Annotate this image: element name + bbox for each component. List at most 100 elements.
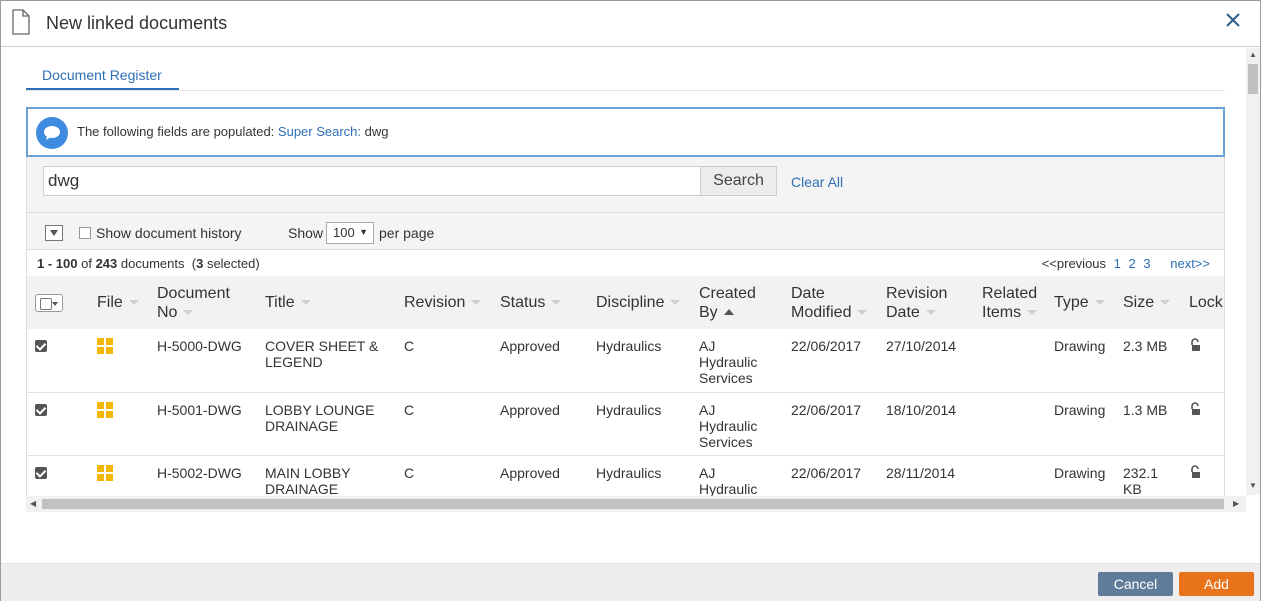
pager-page-3[interactable]: 3 [1143,256,1150,271]
vertical-scroll-thumb[interactable] [1248,64,1258,94]
result-summary-bar: 1 - 100 of 243 documents (3 selected) <<… [26,250,1225,276]
close-icon[interactable] [1224,11,1242,29]
row-select-cell[interactable] [27,329,89,392]
cell-type: Drawing [1054,401,1106,418]
row-checkbox[interactable] [35,466,47,479]
cell-revision: C [404,338,415,354]
table-row[interactable]: H-5002-DWG MAIN LOBBY DRAINAGE C Approved Hy… [27,455,1224,498]
drawing-file-icon[interactable] [97,338,113,354]
notice-field[interactable]: Super Search: [278,124,361,139]
column-header-related[interactable]: Related Items [974,276,1046,329]
cell-modified: 22/06/2017 [791,338,862,354]
cell-revdate: 27/10/2014 [886,338,957,354]
cell-createdby: AJ Hydraulic Services [699,401,758,450]
column-header-modified[interactable]: Date Modified [783,276,878,329]
cell-related [974,455,1046,498]
pagination: <<previous 1 2 3 next>> [1038,256,1210,271]
unlock-icon[interactable] [1189,464,1201,479]
cell-modified: 22/06/2017 [791,464,862,481]
super-search-input[interactable] [43,166,701,196]
per-page-select[interactable]: 100 ▼ [326,222,374,244]
pager-page-1[interactable]: 1 [1114,256,1121,271]
cell-discipline: Hydraulics [596,401,662,418]
select-all-header[interactable] [27,276,89,329]
show-history-checkbox[interactable] [79,227,91,239]
row-file-cell[interactable] [89,329,149,392]
cell-title: COVER SHEET & LEGEND [265,338,379,370]
drawing-file-icon[interactable] [97,401,113,418]
result-total: 243 [95,256,118,271]
cancel-button[interactable]: Cancel [1098,572,1173,596]
chevron-down-icon: ▼ [359,227,368,237]
drawing-file-icon[interactable] [97,464,113,481]
options-bar: Show document history Show 100 ▼ per pag… [26,212,1225,250]
dialog-footer: Cancel Add [1,563,1260,601]
tab-document-register[interactable]: Document Register [26,59,179,90]
dialog-title: New linked documents [46,13,228,33]
cell-type: Drawing [1054,464,1106,481]
row-lock-cell[interactable] [1181,392,1224,455]
column-header-status[interactable]: Status [492,276,588,329]
cell-size: 2.3 MB [1123,338,1168,354]
row-select-cell[interactable] [27,455,89,498]
cell-docno: H-5002-DWG [157,464,242,481]
cell-related [974,392,1046,455]
row-lock-cell[interactable] [1181,455,1224,498]
cell-discipline: Hydraulics [596,464,662,481]
column-header-title[interactable]: Title [257,276,396,329]
unlock-icon[interactable] [1189,338,1201,352]
document-icon [12,9,30,35]
tab-bar: Document Register [26,59,1225,91]
scroll-up-icon[interactable]: ▲ [1249,50,1257,59]
show-history-label: Show document history [96,225,242,241]
row-file-cell[interactable] [89,392,149,455]
column-header-lock[interactable]: Lock [1181,276,1224,329]
cell-revision: C [404,464,415,481]
populated-fields-notice: The following fields are populated: Supe… [26,107,1225,157]
search-button[interactable]: Search [700,166,777,196]
cell-discipline: Hydraulics [596,338,662,354]
cell-status: Approved [500,338,560,354]
selected-count: 3 [196,256,204,271]
unlock-icon[interactable] [1189,401,1201,416]
pager-page-2[interactable]: 2 [1129,256,1136,271]
cell-revision: C [404,401,415,418]
dialog-header: New linked documents [1,1,1260,47]
add-button[interactable]: Add [1179,572,1254,596]
pager-next[interactable]: next>> [1170,256,1210,271]
row-checkbox[interactable] [35,403,47,416]
clear-all-link[interactable]: Clear All [791,174,843,190]
select-all-checkbox[interactable] [35,293,63,312]
scroll-down-icon[interactable]: ▼ [1249,481,1257,490]
row-checkbox[interactable] [35,340,47,352]
vertical-scrollbar[interactable]: ▲ ▼ [1246,48,1260,495]
horizontal-scroll-thumb[interactable] [42,499,1224,509]
cell-revdate: 28/11/2014 [886,464,956,481]
cell-type: Drawing [1054,338,1106,354]
row-lock-cell[interactable] [1181,329,1224,392]
result-documents: documents [120,256,185,271]
cell-title: LOBBY LOUNGE DRAINAGE [265,401,375,434]
document-register-panel: The following fields are populated: Supe… [26,107,1225,512]
horizontal-scrollbar[interactable]: ◀ ▶ [26,496,1246,512]
documents-table: File Document No Title Revision Status D… [27,276,1224,498]
column-header-type[interactable]: Type [1046,276,1115,329]
cell-status: Approved [500,401,560,418]
cell-createdby: AJ Hydraulic [699,464,758,497]
table-row[interactable]: H-5001-DWG LOBBY LOUNGE DRAINAGE C Approved… [27,392,1224,455]
column-header-revdate[interactable]: Revision Date [878,276,974,329]
documents-table-wrapper: File Document No Title Revision Status D… [26,276,1225,498]
column-header-discipline[interactable]: Discipline [588,276,691,329]
column-header-docno[interactable]: Document No [149,276,257,329]
table-row[interactable]: H-5000-DWG COVER SHEET & LEGEND C Approved H… [27,329,1224,392]
column-header-size[interactable]: Size [1115,276,1181,329]
column-header-revision[interactable]: Revision [396,276,492,329]
scroll-right-icon[interactable]: ▶ [1233,499,1239,508]
pager-previous[interactable]: <<previous [1042,256,1106,271]
column-header-file[interactable]: File [89,276,149,329]
filter-toggle-icon[interactable] [45,225,63,241]
column-header-createdby[interactable]: Created By [691,276,783,329]
row-file-cell[interactable] [89,455,149,498]
scroll-left-icon[interactable]: ◀ [30,499,36,508]
row-select-cell[interactable] [27,392,89,455]
